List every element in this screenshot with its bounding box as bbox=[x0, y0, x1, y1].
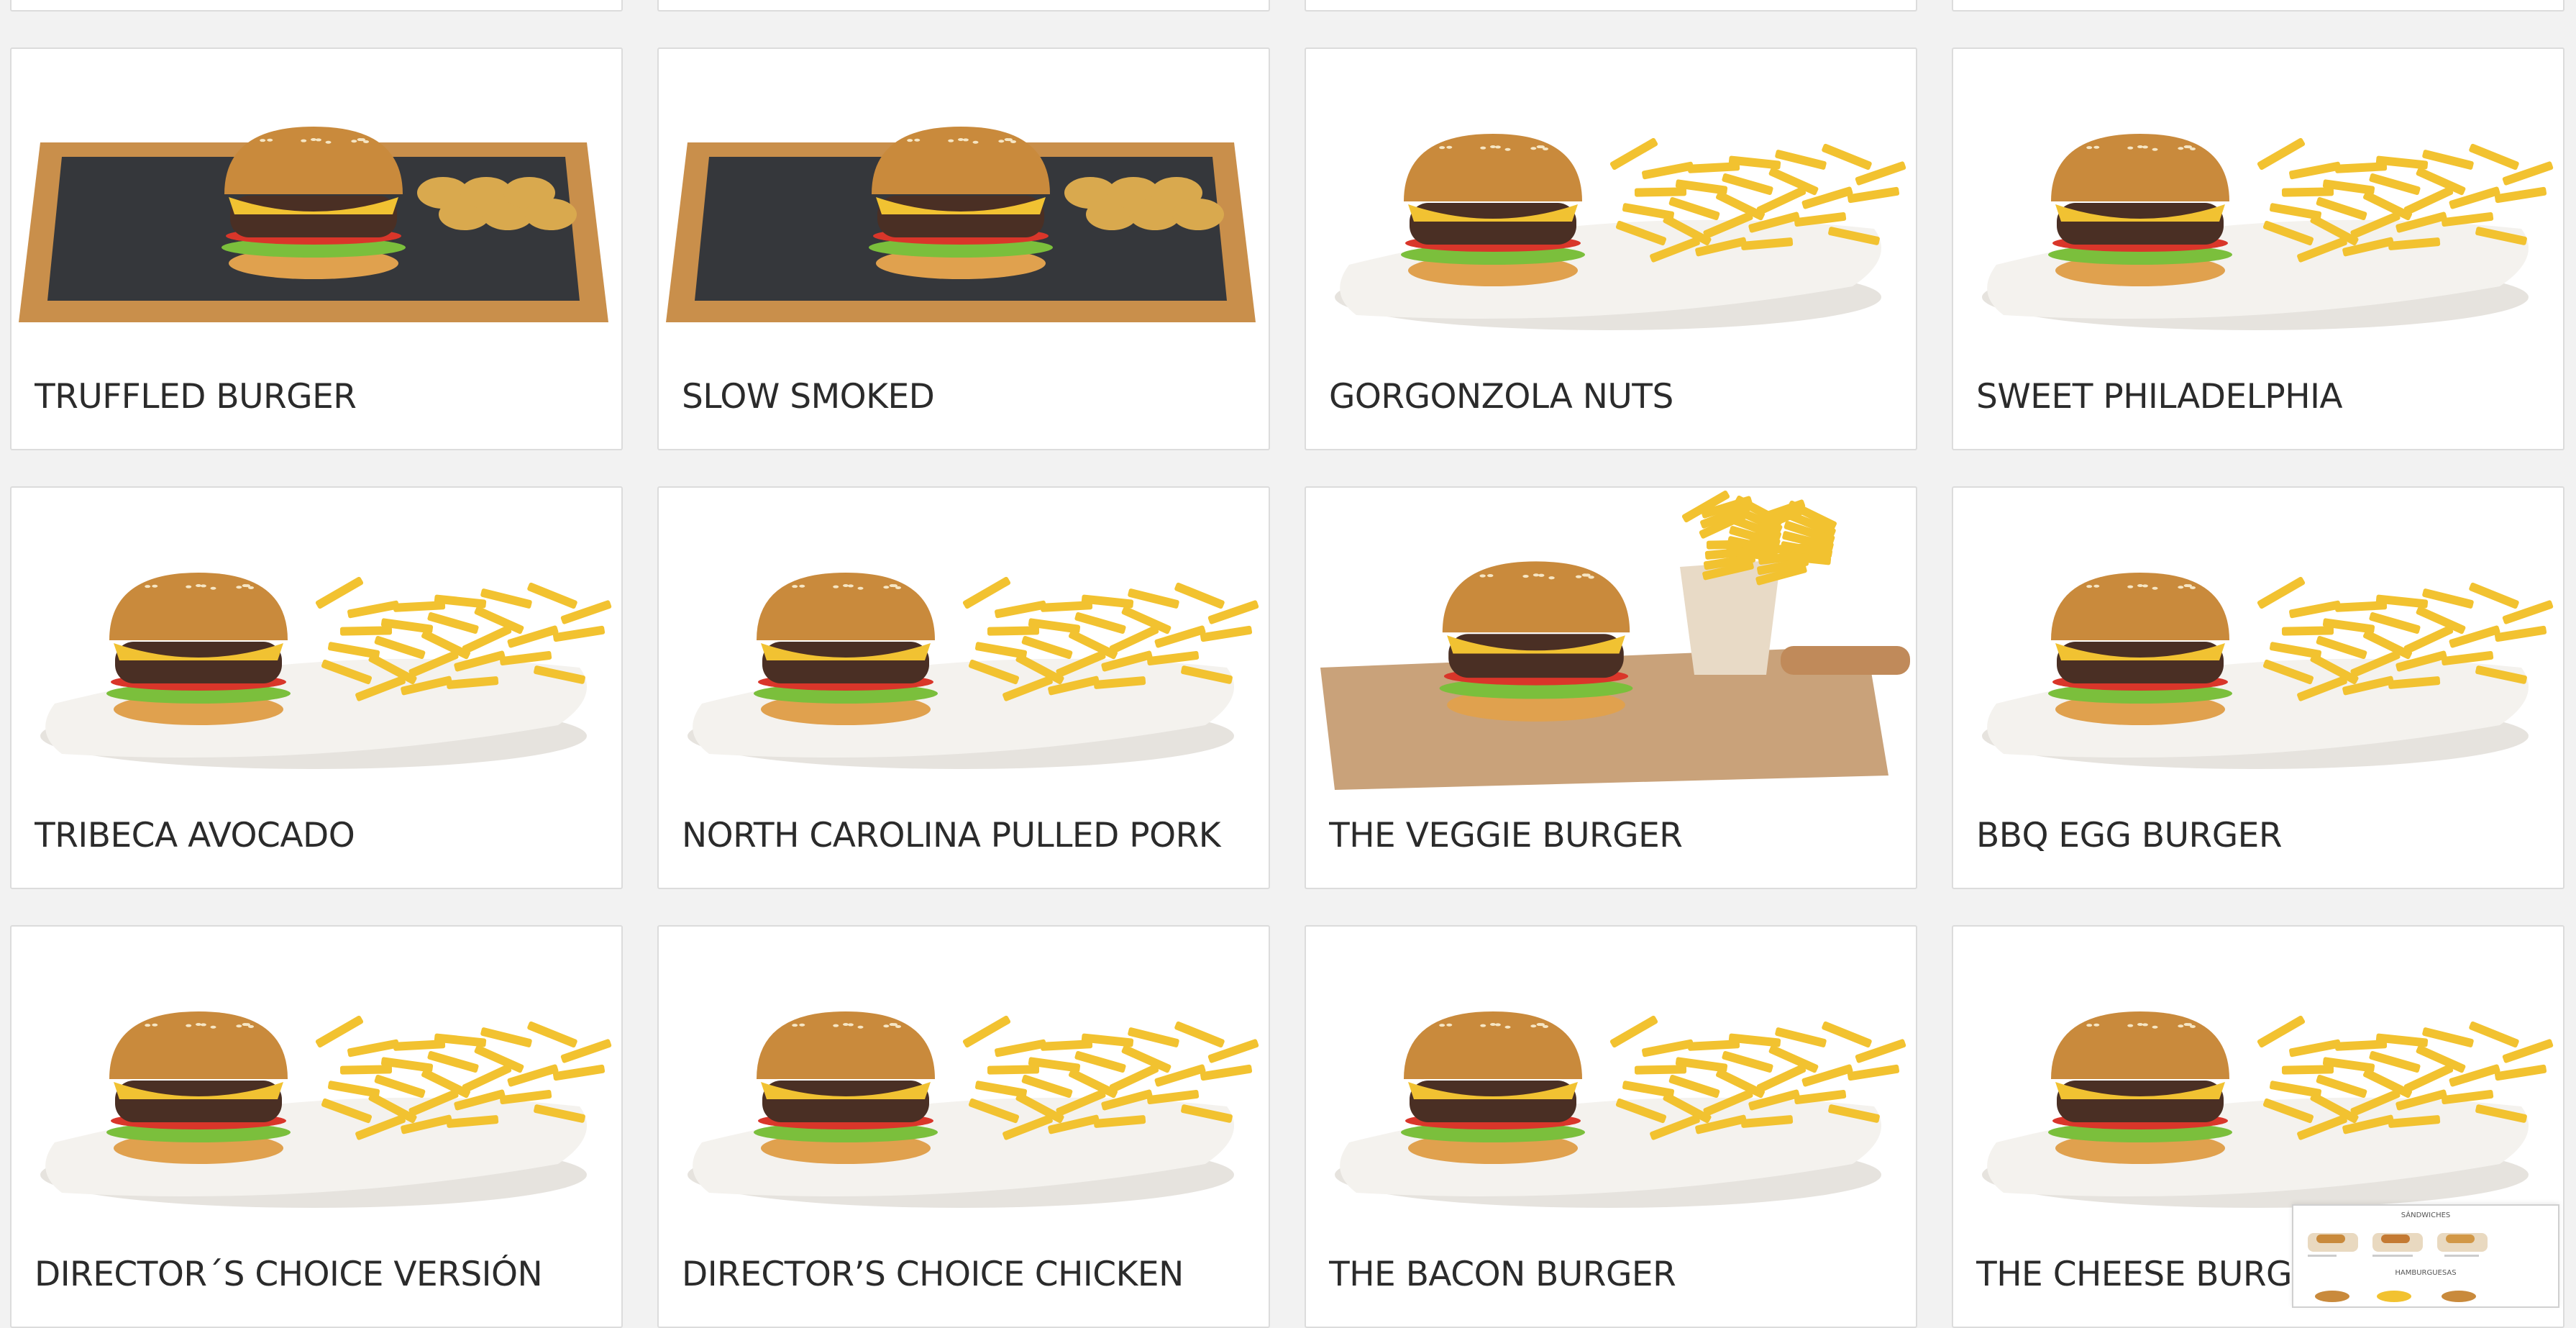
menu-grid: TRUFFLED BURGER SLOW SMOKED GORGONZOLA NUT… bbox=[0, 0, 2576, 1328]
burger-icon bbox=[1401, 1011, 1585, 1164]
burger-icon bbox=[106, 573, 291, 725]
menu-card[interactable]: THE BACON BURGER bbox=[1305, 925, 1917, 1328]
menu-item-title[interactable]: THE VEGGIE BURGER bbox=[1329, 816, 1901, 855]
board-handle-icon bbox=[1781, 646, 1910, 675]
menu-item-title[interactable]: SLOW SMOKED bbox=[682, 377, 1254, 417]
burger-icon bbox=[106, 1011, 291, 1164]
menu-item-image[interactable] bbox=[1306, 927, 1917, 1243]
menu-card[interactable]: BBQ EGG BURGER bbox=[1952, 486, 2564, 889]
menu-card[interactable]: DIRECTOR’S CHOICE CHICKEN bbox=[657, 925, 1270, 1328]
menu-item-image[interactable] bbox=[1306, 488, 1917, 804]
menu-item-title[interactable]: TRUFFLED BURGER bbox=[35, 377, 607, 417]
menu-item-title[interactable]: DIRECTOR´S CHOICE VERSIÓN bbox=[35, 1255, 607, 1294]
menu-item-image[interactable] bbox=[1953, 49, 2564, 365]
menu-card-partial[interactable] bbox=[657, 0, 1270, 12]
menu-card[interactable]: TRIBECA AVOCADO bbox=[10, 486, 623, 889]
burger-icon bbox=[2048, 1011, 2232, 1164]
menu-item-title[interactable]: SWEET PHILADELPHIA bbox=[1976, 377, 2549, 417]
menu-card[interactable]: GORGONZOLA NUTS bbox=[1305, 47, 1917, 450]
menu-item-image[interactable] bbox=[12, 488, 623, 804]
burger-icon bbox=[1439, 561, 1633, 722]
burger-icon bbox=[221, 127, 406, 279]
menu-card[interactable]: TRUFFLED BURGER bbox=[10, 47, 623, 450]
menu-item-image[interactable] bbox=[12, 49, 623, 365]
burger-icon bbox=[2048, 134, 2232, 286]
menu-item-image[interactable] bbox=[659, 49, 1270, 365]
burger-icon bbox=[754, 1011, 938, 1164]
menu-card[interactable]: SLOW SMOKED bbox=[657, 47, 1270, 450]
menu-item-image[interactable] bbox=[1306, 49, 1917, 365]
menu-item-title[interactable]: NORTH CAROLINA PULLED PORK bbox=[682, 816, 1254, 855]
menu-card-partial[interactable] bbox=[1952, 0, 2564, 12]
mini-menu-thumbs bbox=[2315, 1291, 2476, 1302]
menu-card[interactable]: NORTH CAROLINA PULLED PORK bbox=[657, 486, 1270, 889]
menu-item-title[interactable]: THE BACON BURGER bbox=[1329, 1255, 1901, 1294]
menu-item-title[interactable]: DIRECTOR’S CHOICE CHICKEN bbox=[682, 1255, 1254, 1294]
burger-icon bbox=[754, 573, 938, 725]
menu-card[interactable]: THE VEGGIE BURGER bbox=[1305, 486, 1917, 889]
mini-menu-section-title: SÁNDWICHES bbox=[2401, 1211, 2451, 1219]
menu-item-title[interactable]: GORGONZOLA NUTS bbox=[1329, 377, 1901, 417]
menu-item-image[interactable] bbox=[659, 927, 1270, 1243]
menu-preview-thumbnail[interactable]: SÁNDWICHES HAMBURGUESAS bbox=[2292, 1204, 2559, 1308]
potato-wedge-icon bbox=[1172, 199, 1224, 230]
menu-card-partial[interactable] bbox=[10, 0, 623, 12]
menu-card[interactable]: DIRECTOR´S CHOICE VERSIÓN bbox=[10, 925, 623, 1328]
menu-item-title[interactable]: TRIBECA AVOCADO bbox=[35, 816, 607, 855]
menu-item-image[interactable] bbox=[1953, 488, 2564, 804]
menu-item-title[interactable]: BBQ EGG BURGER bbox=[1976, 816, 2549, 855]
potato-wedge-icon bbox=[525, 199, 577, 230]
menu-item-image[interactable] bbox=[12, 927, 623, 1243]
mini-menu-section-title: HAMBURGUESAS bbox=[2395, 1269, 2457, 1277]
burger-icon bbox=[1401, 134, 1585, 286]
mini-menu-thumbs bbox=[2308, 1233, 2488, 1257]
menu-item-image[interactable] bbox=[659, 488, 1270, 804]
menu-item-image[interactable] bbox=[1953, 927, 2564, 1243]
menu-card[interactable]: SWEET PHILADELPHIA bbox=[1952, 47, 2564, 450]
menu-card-partial[interactable] bbox=[1305, 0, 1917, 12]
burger-icon bbox=[869, 127, 1053, 279]
burger-icon bbox=[2048, 573, 2232, 725]
